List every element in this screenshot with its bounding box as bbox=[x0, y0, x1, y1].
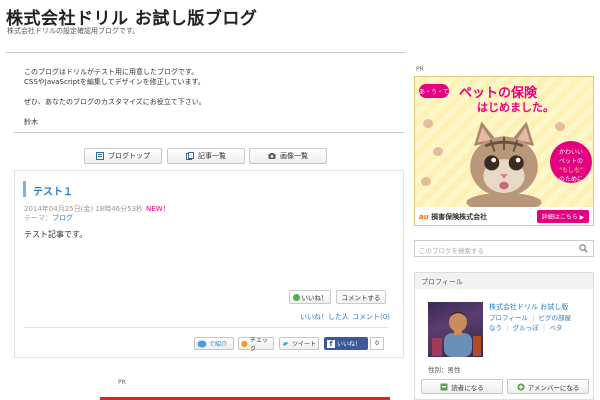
profile-link[interactable]: プロフィール bbox=[489, 314, 528, 322]
image-list-button[interactable]: 画像一覧 bbox=[249, 148, 327, 164]
entry-body: テスト記事です。 bbox=[24, 230, 88, 239]
blog-top-button[interactable]: ブログトップ bbox=[84, 148, 162, 164]
intro-line: CSSやJavaScriptを編集してデザインを修正しています。 bbox=[24, 78, 205, 86]
ad-circle-line: のために bbox=[558, 176, 583, 183]
profile-avatar[interactable] bbox=[428, 302, 483, 357]
paw-icon bbox=[421, 177, 431, 186]
blog-description: 株式会社ドリルの設定確認用ブログです。 bbox=[7, 27, 140, 35]
intro-message: このブログはドリルがテスト用に用意したブログです。 CSSやJavaScript… bbox=[24, 67, 394, 127]
twitter-icon bbox=[283, 341, 289, 346]
ad-circle-line: "もしも" bbox=[559, 167, 583, 174]
au-logo: au bbox=[419, 213, 429, 221]
comments-link[interactable]: コメント(0) bbox=[352, 312, 390, 322]
article-list-button[interactable]: 記事一覧 bbox=[167, 148, 245, 164]
facebook-like-button[interactable]: f いいね！ bbox=[324, 337, 368, 350]
camera-icon bbox=[268, 153, 276, 159]
intro-line bbox=[24, 87, 394, 97]
become-reader-button[interactable]: 読者になる bbox=[421, 379, 503, 394]
entry-title-marker bbox=[23, 181, 26, 197]
link-separator: ｜ bbox=[340, 313, 347, 321]
ad-details-button[interactable]: 詳細はこちら ▶ bbox=[537, 210, 589, 223]
entry-theme: テーマ：ブログ bbox=[24, 213, 73, 223]
avatar-photo bbox=[432, 312, 481, 357]
check-button[interactable]: チェック bbox=[238, 336, 274, 353]
become-amember-button[interactable]: アメンバーになる bbox=[507, 379, 589, 394]
intro-divider bbox=[14, 132, 404, 133]
profile-widget: プロフィール 株式会社ドリル お試し版 プロフィール ｜ ピグの部屋 なう ｜ … bbox=[414, 272, 594, 400]
facebook-like-count: 0 bbox=[370, 337, 384, 350]
introduce-icon bbox=[197, 340, 207, 347]
pigg-room-link[interactable]: ピグの部屋 bbox=[539, 314, 572, 322]
blog-top-label: ブログトップ bbox=[108, 152, 150, 160]
check-label: チェック bbox=[250, 336, 269, 353]
paw-icon bbox=[433, 147, 443, 156]
ad-circle-line: かわいい bbox=[558, 149, 583, 156]
intro-line bbox=[24, 107, 394, 117]
pr-label-bottom: PR bbox=[118, 379, 126, 386]
reader-icon bbox=[440, 383, 448, 390]
blog-search-input[interactable]: このブログを検索する bbox=[414, 240, 594, 257]
tweet-button[interactable]: ツイート bbox=[279, 337, 319, 350]
like-button-label: いいね！ bbox=[301, 294, 328, 302]
pr-label-sidebar: PR bbox=[416, 66, 424, 73]
ad-company-logo: au 損害保険株式会社 bbox=[419, 212, 487, 222]
tweet-label: ツイート bbox=[292, 341, 317, 348]
amember-label: アメンバーになる bbox=[527, 383, 580, 392]
entry-title[interactable]: テスト１ bbox=[33, 183, 73, 198]
theme-label: テーマ： bbox=[24, 214, 52, 222]
profile-links: プロフィール ｜ ピグの部屋 なう ｜ グルっぽ ｜ ペタ bbox=[489, 313, 589, 333]
introduce-label: で紹介 bbox=[209, 341, 228, 348]
ad-circle-line: ペットの bbox=[558, 158, 583, 165]
profile-heading: プロフィール bbox=[415, 273, 593, 289]
gurupo-link[interactable]: グルっぽ bbox=[513, 324, 539, 332]
article-list-label: 記事一覧 bbox=[198, 152, 226, 160]
amember-icon bbox=[517, 383, 525, 390]
paw-icon bbox=[423, 119, 433, 128]
profile-gender: 性別：男性 bbox=[428, 366, 461, 374]
ad-company-name: 損害保険株式会社 bbox=[431, 213, 488, 221]
check-icon bbox=[241, 340, 248, 347]
ad-badge: あ・う・て bbox=[419, 84, 449, 98]
paw-icon bbox=[555, 122, 565, 131]
link-separator: ｜ bbox=[529, 314, 537, 322]
new-badge: NEW！ bbox=[146, 205, 170, 213]
blog-entry: テスト１ 2014年04月25日(金) 18時46分53秒 NEW！ テーマ：ブロ… bbox=[14, 170, 404, 358]
search-icon[interactable] bbox=[579, 244, 588, 253]
theme-link[interactable]: ブログ bbox=[52, 214, 73, 222]
like-icon bbox=[292, 293, 300, 301]
article-list-icon bbox=[186, 152, 194, 160]
entry-footer-divider bbox=[24, 327, 388, 328]
introduce-button[interactable]: で紹介 bbox=[194, 337, 234, 350]
now-link[interactable]: なう bbox=[489, 324, 502, 332]
ad-subtitle: はじめました。 bbox=[477, 101, 554, 114]
reader-label: 読者になる bbox=[451, 383, 484, 392]
ad-circle-message: かわいい ペットの "もしも" のために bbox=[550, 141, 592, 183]
header-divider bbox=[6, 52, 406, 53]
comment-button-label: コメントする bbox=[341, 294, 381, 302]
comment-button[interactable]: コメントする bbox=[336, 290, 386, 304]
profile-name[interactable]: 株式会社ドリル お試し版 bbox=[489, 302, 568, 312]
ad-footer: au 損害保険株式会社 詳細はこちら ▶ bbox=[415, 207, 593, 225]
intro-line: ぜひ、あなたのブログのカスタマイズにお役立て下さい。 bbox=[24, 98, 206, 106]
intro-line: このブログはドリルがテスト用に用意したブログです。 bbox=[24, 68, 199, 76]
facebook-icon: f bbox=[327, 339, 335, 348]
blog-top-icon bbox=[96, 152, 104, 160]
image-list-label: 画像一覧 bbox=[280, 152, 308, 160]
peta-link[interactable]: ペタ bbox=[549, 324, 562, 332]
link-separator: ｜ bbox=[504, 324, 511, 332]
facebook-like-label: いいね！ bbox=[337, 341, 362, 348]
kitten-image bbox=[466, 121, 542, 207]
like-button[interactable]: いいね！ bbox=[289, 290, 331, 304]
link-separator: ｜ bbox=[540, 324, 548, 332]
entry-date: 2014年04月25日(金) 18時46分53秒 bbox=[24, 205, 144, 213]
intro-signature: 鈴木 bbox=[24, 118, 38, 126]
search-placeholder: このブログを検索する bbox=[419, 247, 484, 255]
pet-insurance-ad[interactable]: あ・う・て ペットの保険 はじめました。 かわいい ペットの "もしも" のため… bbox=[414, 76, 594, 226]
